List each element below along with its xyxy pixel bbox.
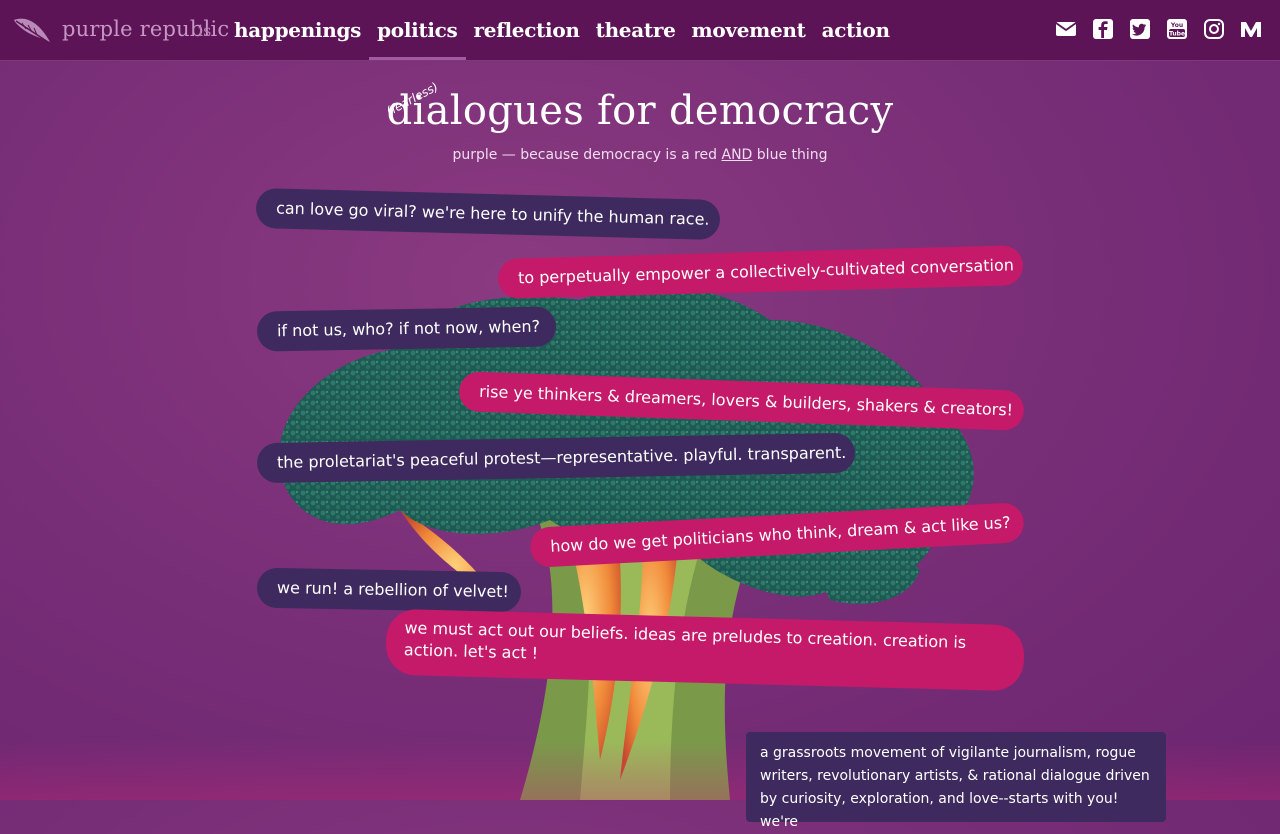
message-bubble: if not us, who? if not now, when? (256, 306, 557, 352)
twitter-icon[interactable] (1129, 18, 1151, 40)
brand-is-label: is (198, 21, 212, 40)
subtitle-post: blue thing (752, 147, 828, 163)
hero-header: dialogues for democracy (0, 88, 1280, 134)
instagram-icon[interactable] (1203, 18, 1225, 40)
social-links: You Tube (1055, 18, 1262, 40)
main-menu: happenings politics reflection theatre m… (226, 0, 898, 60)
message-bubble: we run! a rebellion of velvet! (256, 567, 522, 613)
page-title: dialogues for democracy (386, 88, 894, 134)
nav-item-politics[interactable]: politics (369, 0, 466, 60)
message-bubble: can love go viral? we're here to unify t… (255, 187, 721, 241)
nav-item-theatre[interactable]: theatre (588, 0, 684, 60)
page-subtitle: purple — because democracy is a red AND … (0, 147, 1280, 163)
brand-link[interactable]: purple republic (12, 12, 229, 46)
svg-text:Tube: Tube (1169, 30, 1185, 37)
nav-item-reflection[interactable]: reflection (466, 0, 588, 60)
top-nav: purple republic is happenings politics r… (0, 0, 1280, 61)
facebook-icon[interactable] (1092, 18, 1114, 40)
nav-item-happenings[interactable]: happenings (226, 0, 369, 60)
subtitle-pre: purple — because democracy is a red (452, 147, 722, 163)
medium-icon[interactable] (1240, 18, 1262, 40)
nav-item-action[interactable]: action (814, 0, 898, 60)
mail-icon[interactable] (1055, 18, 1077, 40)
svg-text:You: You (1170, 22, 1183, 29)
youtube-icon[interactable]: You Tube (1166, 18, 1188, 40)
about-box: a grassroots movement of vigilante journ… (746, 732, 1166, 830)
nav-item-movement[interactable]: movement (684, 0, 814, 60)
message-bubble-text: we must act out our beliefs. ideas are p… (403, 618, 967, 663)
subtitle-and: AND (721, 147, 753, 163)
feather-logo-icon (14, 18, 50, 43)
